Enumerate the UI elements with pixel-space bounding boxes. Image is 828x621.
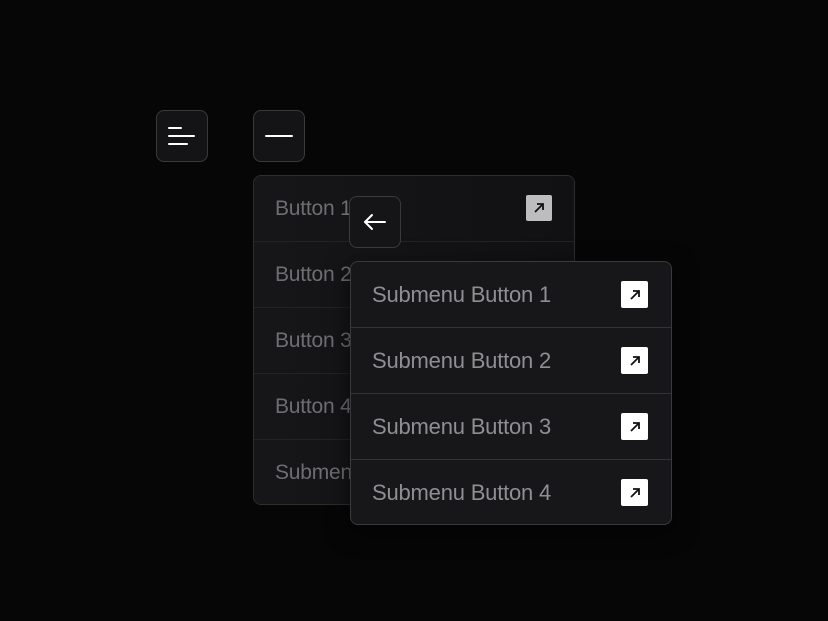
submenu-item-1[interactable]: Submenu Button 1 bbox=[351, 262, 671, 328]
minus-icon bbox=[265, 133, 293, 139]
menu-item-label: Button 2 bbox=[275, 262, 352, 286]
arrow-up-right-icon bbox=[621, 479, 648, 506]
submenu-item-4[interactable]: Submenu Button 4 bbox=[351, 460, 671, 524]
stage: Button 1 Button 2 Button 3 Button 4 Subm… bbox=[0, 0, 828, 621]
submenu-item-label: Submenu Button 2 bbox=[372, 347, 552, 373]
submenu-item-3[interactable]: Submenu Button 3 bbox=[351, 394, 671, 460]
arrow-up-right-icon bbox=[621, 281, 648, 308]
menu-lines-icon bbox=[168, 125, 196, 147]
menu-item-1[interactable]: Button 1 bbox=[254, 176, 574, 242]
arrow-up-right-icon bbox=[526, 195, 552, 221]
back-button[interactable] bbox=[349, 196, 401, 248]
submenu-item-label: Submenu Button 3 bbox=[372, 413, 552, 439]
submenu-panel: Submenu Button 1 Submenu Button 2 Submen… bbox=[350, 261, 672, 525]
arrow-up-right-icon bbox=[621, 413, 648, 440]
menu-item-label: Button 4 bbox=[275, 394, 352, 418]
menu-item-label: Button 3 bbox=[275, 328, 352, 352]
arrow-left-icon bbox=[363, 213, 387, 231]
menu-toggle-button[interactable] bbox=[156, 110, 208, 162]
close-menu-button[interactable] bbox=[253, 110, 305, 162]
submenu-item-label: Submenu Button 1 bbox=[372, 281, 552, 307]
submenu-item-label: Submenu Button 4 bbox=[372, 480, 552, 505]
menu-item-label: Button 1 bbox=[275, 196, 352, 220]
arrow-up-right-icon bbox=[621, 347, 648, 374]
submenu-item-2[interactable]: Submenu Button 2 bbox=[351, 328, 671, 394]
